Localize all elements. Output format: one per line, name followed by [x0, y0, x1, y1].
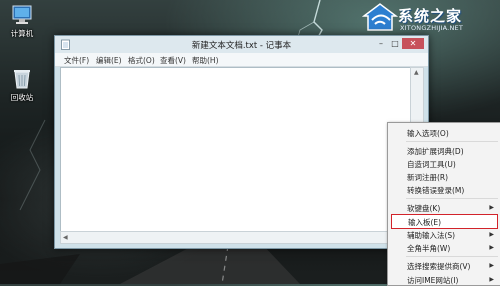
- menu-edit[interactable]: 编辑(E): [96, 55, 122, 66]
- menu-item-add-dictionary[interactable]: 添加扩展词典(D): [388, 144, 500, 157]
- menu-item-input-options[interactable]: 输入选项(O): [388, 126, 500, 139]
- menu-item-label: 添加扩展词典(D): [407, 147, 464, 156]
- menu-file[interactable]: 文件(F): [64, 55, 89, 66]
- submenu-arrow-icon: ▶: [489, 231, 494, 238]
- menu-item-label: 访问IME网站(I): [407, 276, 459, 285]
- text-editor[interactable]: [60, 67, 413, 244]
- menu-item-label: 新词注册(R): [407, 173, 449, 182]
- menu-item-label: 辅助输入法(S): [407, 231, 456, 240]
- desktop-icon-label: 回收站: [10, 93, 34, 102]
- menu-help[interactable]: 帮助(H): [192, 55, 219, 66]
- menu-item-soft-keyboard[interactable]: 软键盘(K) ▶: [388, 201, 500, 214]
- submenu-arrow-icon: ▶: [489, 244, 494, 251]
- menu-item-search-provider[interactable]: 选择搜索提供商(V) ▶: [388, 259, 500, 272]
- menu-item-input-pad[interactable]: 输入板(E): [391, 214, 498, 229]
- submenu-arrow-icon: ▶: [489, 204, 494, 211]
- menu-item-word-tool[interactable]: 自造词工具(U): [388, 157, 500, 170]
- submenu-arrow-icon: ▶: [489, 262, 494, 269]
- menu-item-label: 转换错误登录(M): [407, 186, 465, 195]
- close-button[interactable]: ✕: [402, 38, 424, 49]
- menu-separator: [406, 141, 498, 142]
- menu-bar: 文件(F) 编辑(E) 格式(O) 查看(V) 帮助(H): [55, 53, 428, 67]
- scroll-left-icon[interactable]: ◀: [63, 234, 68, 241]
- minimize-button[interactable]: –: [374, 38, 388, 49]
- menu-item-label: 全角半角(W): [407, 244, 451, 253]
- menu-item-label: 自造词工具(U): [407, 160, 456, 169]
- menu-item-conversion-error[interactable]: 转换错误登录(M): [388, 183, 500, 196]
- maximize-icon: □: [391, 39, 399, 48]
- watermark-title: 系统之家: [398, 7, 463, 25]
- close-icon: ✕: [409, 39, 417, 48]
- window-title: 新建文本文档.txt - 记事本: [191, 41, 292, 51]
- window-controls: – □ ✕: [374, 38, 424, 49]
- menu-separator: [406, 256, 498, 257]
- submenu-arrow-icon: ▶: [489, 276, 494, 283]
- logo-house-icon: [362, 3, 398, 31]
- minimize-icon: –: [379, 39, 383, 48]
- recycle-bin-icon: [14, 70, 30, 89]
- desktop-icon-computer[interactable]: 计算机: [2, 4, 42, 39]
- menu-item-label: 软键盘(K): [407, 204, 441, 213]
- menu-item-ime-website[interactable]: 访问IME网站(I) ▶: [388, 273, 500, 285]
- computer-icon: [12, 5, 32, 24]
- menu-format[interactable]: 格式(O): [128, 55, 155, 66]
- menu-item-label: 输入选项(O): [407, 129, 449, 138]
- menu-item-label: 选择搜索提供商(V): [407, 262, 471, 271]
- maximize-button[interactable]: □: [388, 38, 402, 49]
- menu-item-label: 输入板(E): [408, 218, 442, 227]
- notepad-window: 新建文本文档.txt - 记事本 – □ ✕ 文件(F) 编辑(E) 格式(O)…: [54, 35, 429, 249]
- menu-view[interactable]: 查看(V): [160, 55, 186, 66]
- desktop-icon-recycle-bin[interactable]: 回收站: [2, 66, 42, 103]
- watermark-url: XITONGZHIJIA.NET: [400, 24, 463, 32]
- menu-item-full-half-width[interactable]: 全角半角(W) ▶: [388, 241, 500, 254]
- menu-separator: [406, 198, 498, 199]
- scroll-up-icon[interactable]: ▲: [414, 69, 419, 76]
- title-bar[interactable]: 新建文本文档.txt - 记事本 – □ ✕: [55, 36, 428, 53]
- horizontal-scrollbar[interactable]: ◀ ▶: [60, 231, 411, 244]
- desktop-icon-label: 计算机: [10, 29, 34, 38]
- ime-context-menu: 输入选项(O) 添加扩展词典(D) 自造词工具(U) 新词注册(R) 转换错误登…: [387, 122, 500, 286]
- menu-item-assist-input[interactable]: 辅助输入法(S) ▶: [388, 228, 500, 241]
- watermark-logo: 系统之家 XITONGZHIJIA.NET: [360, 2, 500, 36]
- menu-item-new-word[interactable]: 新词注册(R): [388, 170, 500, 183]
